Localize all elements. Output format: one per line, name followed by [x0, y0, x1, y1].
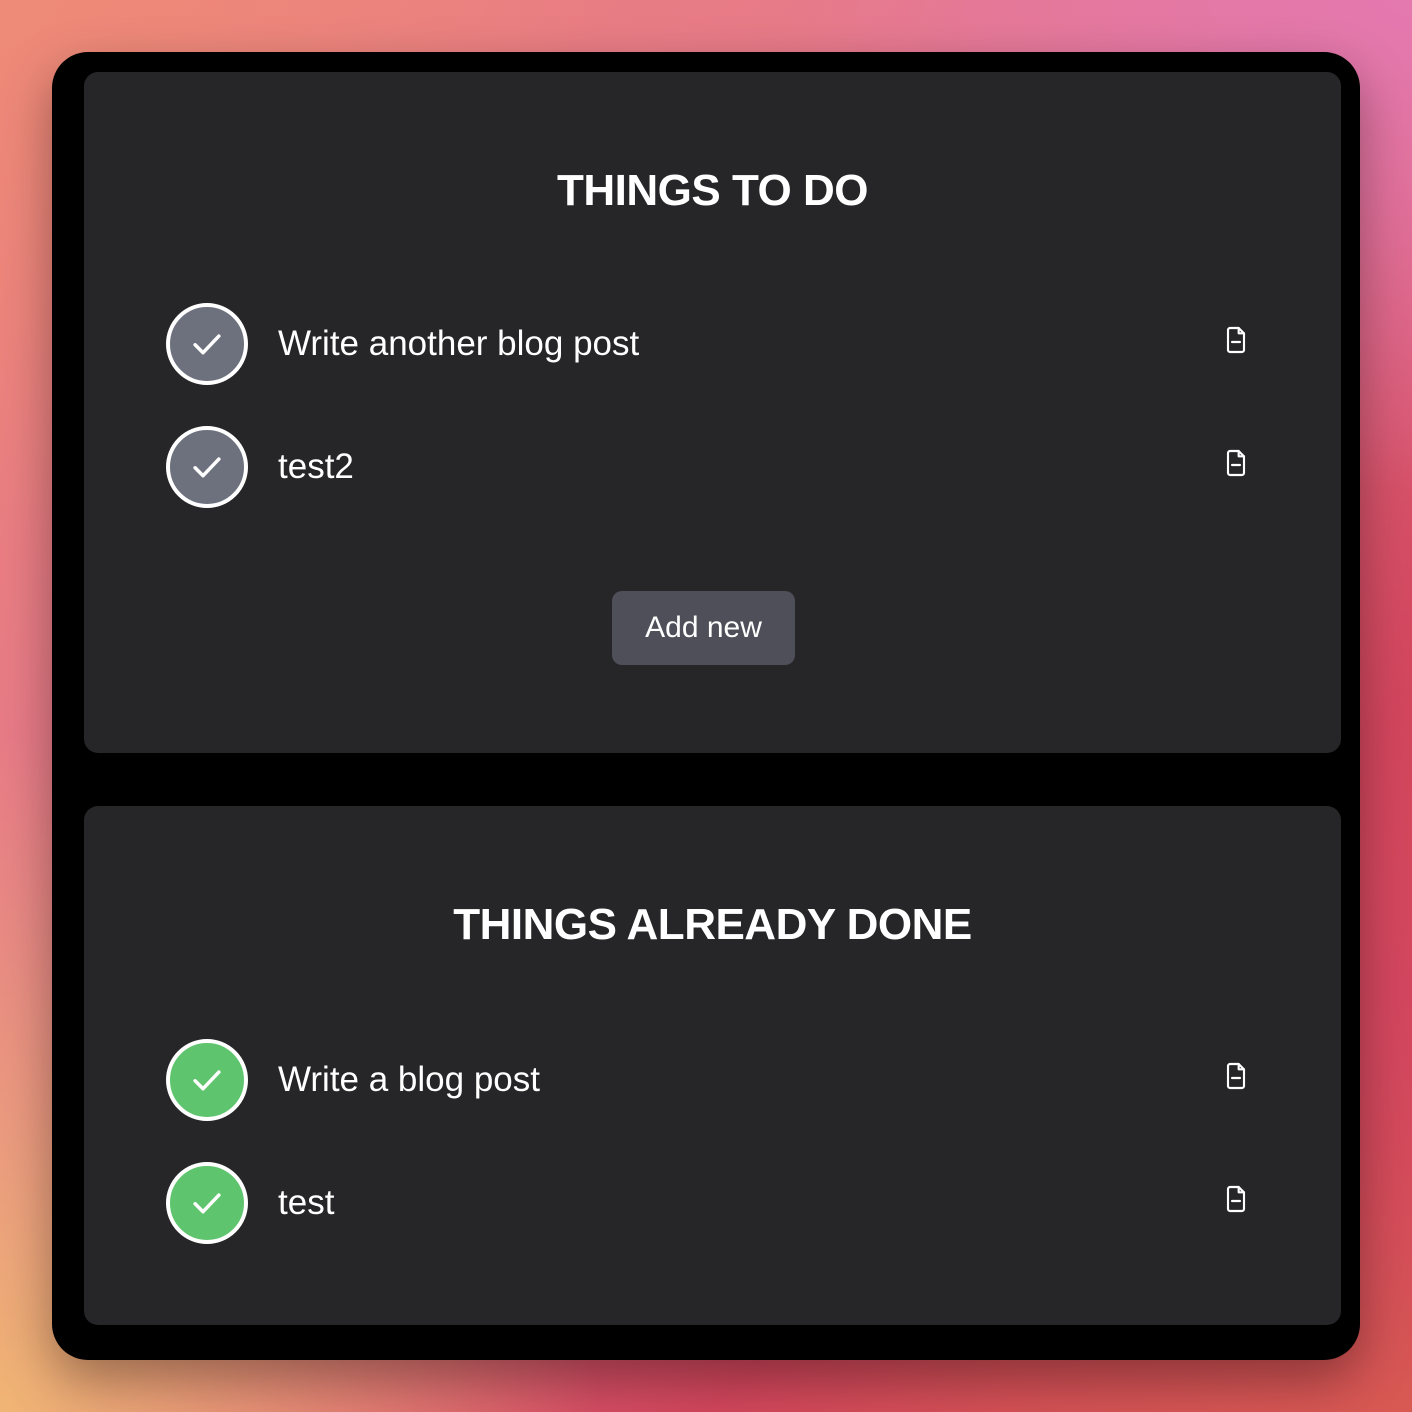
check-icon	[193, 334, 221, 355]
todo-title: THINGS TO DO	[557, 166, 868, 215]
mark-done-button[interactable]	[166, 303, 248, 385]
app-window: THINGS TO DO Write another blog post tes…	[52, 52, 1360, 1360]
done-card: THINGS ALREADY DONE Write a blog post te…	[84, 806, 1341, 1325]
check-icon	[193, 1193, 221, 1214]
done-item: test	[166, 1162, 1259, 1244]
todo-item: Write another blog post	[166, 303, 1259, 385]
remove-task-button[interactable]	[1213, 1053, 1259, 1099]
task-label: Write another blog post	[278, 324, 640, 363]
check-icon	[193, 1070, 221, 1091]
document-minus-icon	[1226, 1062, 1246, 1090]
task-label: test2	[278, 447, 354, 486]
mark-undone-button[interactable]	[166, 1039, 248, 1121]
todo-list: Write another blog post test2	[166, 303, 1259, 549]
done-title: THINGS ALREADY DONE	[453, 900, 972, 949]
document-minus-icon	[1226, 449, 1246, 477]
document-minus-icon	[1226, 326, 1246, 354]
mark-undone-button[interactable]	[166, 1162, 248, 1244]
task-label: test	[278, 1183, 335, 1222]
todo-card: THINGS TO DO Write another blog post tes…	[84, 72, 1341, 753]
todo-item: test2	[166, 426, 1259, 508]
mark-done-button[interactable]	[166, 426, 248, 508]
remove-task-button[interactable]	[1213, 440, 1259, 486]
remove-task-button[interactable]	[1213, 317, 1259, 363]
task-label: Write a blog post	[278, 1060, 540, 1099]
check-icon	[193, 457, 221, 478]
document-minus-icon	[1226, 1185, 1246, 1213]
add-new-button[interactable]: Add new	[612, 591, 795, 665]
done-item: Write a blog post	[166, 1039, 1259, 1121]
done-list: Write a blog post test	[166, 1039, 1259, 1285]
remove-task-button[interactable]	[1213, 1176, 1259, 1222]
